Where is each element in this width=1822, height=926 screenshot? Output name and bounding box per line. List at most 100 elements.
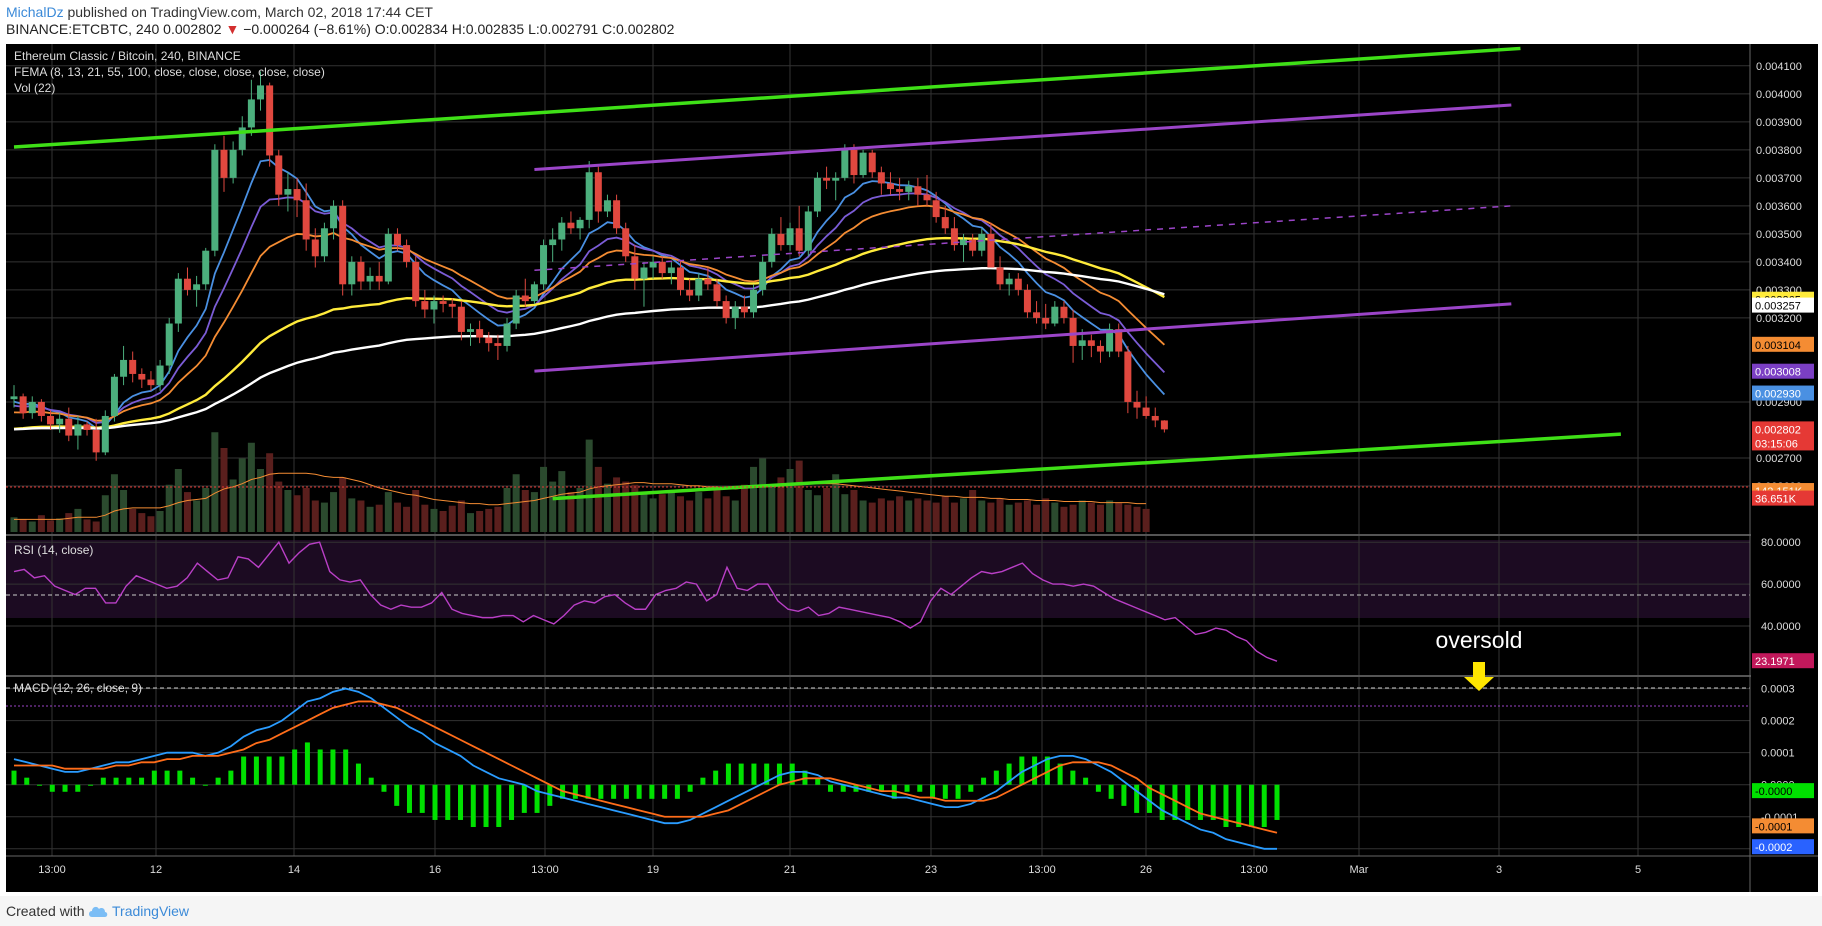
time-axis-label: 26: [1140, 864, 1152, 876]
macd-histogram-bar: [1095, 784, 1101, 792]
macd-histogram-bar: [11, 770, 17, 785]
price-tag-text: 0.003257: [1755, 301, 1801, 313]
price-axis-background: [1751, 44, 1818, 892]
candle-body: [439, 301, 447, 304]
symbol-label: BINANCE:ETCBTC, 240: [6, 21, 160, 37]
macd-histogram-bar: [598, 784, 604, 799]
candle-body: [430, 301, 438, 310]
macd-histogram-bar: [955, 784, 961, 799]
volume-bar: [275, 481, 283, 532]
volume-bar: [804, 490, 812, 532]
macd-histogram-bar: [1185, 784, 1191, 820]
candle-body: [576, 219, 584, 229]
volume-bar: [1023, 500, 1031, 532]
main-pane-title: Ethereum Classic / Bitcoin, 240, BINANCE: [14, 49, 241, 63]
macd-histogram-bar: [355, 763, 361, 785]
macd-histogram-bar: [1261, 784, 1267, 828]
macd-histogram-bar: [1274, 784, 1280, 820]
volume-bar: [1005, 504, 1013, 532]
volume-bar: [896, 496, 904, 532]
volume-bar: [348, 498, 356, 532]
macd-histogram-bar: [981, 777, 987, 785]
macd-histogram-bar: [1070, 770, 1076, 785]
volume-bar: [393, 502, 401, 532]
candle-body: [1096, 345, 1104, 352]
chart-area[interactable]: 0.004100 0.004000 0.003900 0.003800 0.003700…: [6, 44, 1818, 892]
volume-bar: [667, 490, 675, 532]
macd-histogram-bar: [725, 763, 731, 785]
macd-histogram-bar: [1210, 784, 1216, 820]
macd-histogram-bar: [215, 777, 221, 785]
candle-body: [284, 189, 292, 195]
candle-body: [384, 233, 392, 282]
macd-axis-label: 0.0001: [1761, 748, 1795, 760]
candle-body: [1051, 306, 1059, 324]
tradingview-brand-link[interactable]: TradingView: [112, 903, 189, 919]
price-axis-label: 0.003800: [1756, 145, 1802, 157]
candle-body: [129, 359, 137, 374]
candle-body: [476, 329, 484, 338]
volume-bar: [238, 458, 246, 532]
candle-body: [193, 284, 201, 290]
author-link[interactable]: MichalDz: [6, 4, 64, 20]
candle-body: [759, 261, 767, 290]
rsi-band-fill: [6, 540, 1750, 618]
candle-body: [37, 401, 45, 416]
macd-axis-label: 0.0003: [1761, 684, 1795, 696]
macd-histogram-bar: [968, 784, 974, 792]
volume-bar: [932, 502, 940, 532]
candle-body: [640, 267, 648, 279]
volume-bar: [886, 500, 894, 532]
volume-bar: [649, 498, 657, 532]
volume-bar: [211, 432, 219, 532]
macd-histogram-bar: [904, 784, 910, 792]
candle-body: [832, 177, 840, 181]
candle-body: [83, 424, 91, 430]
candle-body: [786, 228, 794, 246]
volume-bar: [1133, 506, 1141, 532]
candle-body: [558, 222, 566, 240]
volume-bar: [585, 439, 593, 532]
volume-bar: [403, 506, 411, 532]
macd-histogram-bar: [751, 763, 757, 785]
volume-bar: [129, 508, 137, 532]
candle-body: [722, 301, 730, 318]
volume-bar: [193, 500, 201, 532]
publication-line: MichalDz published on TradingView.com, M…: [6, 4, 433, 20]
candle-body: [110, 376, 118, 416]
rsi-pane-title[interactable]: RSI (14, close): [14, 543, 93, 557]
price-axis-label: 0.002700: [1756, 453, 1802, 465]
time-axis-label: 5: [1635, 864, 1641, 876]
macd-histogram-bar: [521, 784, 527, 813]
volume-bar: [457, 500, 465, 532]
fema-indicator-label[interactable]: FEMA (8, 13, 21, 55, 100, close, close, …: [14, 65, 325, 79]
volume-bar: [795, 460, 803, 532]
macd-histogram-bar: [496, 784, 502, 828]
candle-body: [257, 85, 265, 100]
candle-body: [603, 200, 611, 212]
volume-bar: [941, 496, 949, 532]
macd-pane-title[interactable]: MACD (12, 26, close, 9): [14, 681, 142, 695]
volume-bar: [375, 504, 383, 532]
candle-body: [1124, 351, 1132, 402]
volume-bar: [640, 492, 648, 532]
volume-bar: [165, 484, 173, 532]
volume-indicator-label[interactable]: Vol (22): [14, 81, 55, 95]
candle-body: [941, 217, 949, 229]
volume-bar: [147, 516, 155, 532]
volume-bar: [950, 502, 958, 532]
candle-body: [667, 267, 675, 274]
macd-histogram-bar: [827, 784, 833, 792]
chart-svg[interactable]: 0.004100 0.004000 0.003900 0.003800 0.003700…: [6, 44, 1818, 892]
macd-histogram-bar: [458, 784, 464, 820]
candle-body: [585, 172, 593, 220]
candle-body: [978, 233, 986, 251]
macd-histogram-bar: [700, 777, 706, 785]
published-text: published on TradingView.com, March 02, …: [63, 4, 433, 20]
macd-histogram-bar: [317, 749, 323, 785]
volume-bar: [622, 481, 630, 532]
candle-body: [56, 418, 64, 425]
macd-histogram-bar: [649, 784, 655, 799]
macd-histogram-bar: [1108, 784, 1114, 799]
macd-histogram-bar: [917, 784, 923, 792]
